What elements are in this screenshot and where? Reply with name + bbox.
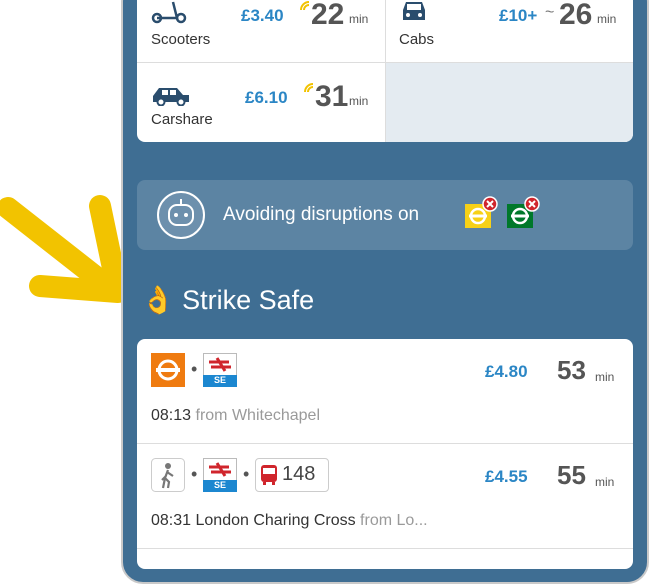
route-minutes: 53	[557, 355, 586, 385]
option-carshare[interactable]: £6.10 31 min Carshare	[137, 62, 385, 142]
bus-badge: 148	[255, 458, 329, 492]
option-scooters[interactable]: £3.40 22 min Scooters	[137, 0, 385, 62]
live-signal-icon	[304, 83, 314, 93]
robot-icon	[157, 191, 205, 239]
district-line-disrupted-icon	[507, 196, 540, 228]
scooters-minutes: 22	[311, 0, 345, 31]
bus-icon	[261, 465, 277, 485]
mode-separator: •	[191, 464, 198, 484]
route-origin: from Whitechapel	[195, 407, 321, 424]
overground-icon	[151, 353, 185, 387]
walk-icon	[151, 458, 185, 492]
live-signal-icon	[300, 1, 310, 11]
scooters-unit: min	[349, 12, 369, 26]
bus-number: 148	[282, 463, 316, 485]
route-station: London Charing Cross	[195, 512, 356, 529]
mode-separator: •	[243, 464, 250, 484]
route-detail: 08:31 London Charing Cross from Lo...	[151, 512, 428, 530]
routes-card: • SE £4.80 53 min 08:13 from Whitechapel	[137, 339, 633, 569]
carshare-label: Carshare	[151, 111, 213, 128]
rail-badge-label: SE	[213, 480, 226, 490]
route-item[interactable]: • SE £4.80 53 min 08:13 from Whitechapel	[137, 339, 633, 443]
section-heading: 👌 Strike Safe	[141, 284, 314, 316]
empty-cell	[386, 63, 633, 142]
cabs-price: £10+	[499, 6, 538, 25]
cabs-approx: ~	[545, 4, 555, 21]
route-origin: from Lo...	[360, 512, 428, 529]
section-title: Strike Safe	[182, 285, 315, 315]
car-icon	[153, 88, 189, 106]
disruption-banner[interactable]: Avoiding disruptions on	[137, 180, 633, 250]
mode-separator: •	[191, 359, 198, 379]
carshare-unit: min	[349, 94, 369, 108]
route-minutes: 55	[557, 460, 586, 490]
route-price: £4.80	[485, 362, 528, 381]
cabs-label: Cabs	[399, 31, 435, 48]
route-unit: min	[595, 475, 615, 489]
route-time: 08:13	[151, 407, 192, 424]
carshare-price: £6.10	[245, 88, 288, 107]
route-item[interactable]: • SE • 148 £4.55 55 min 08:31 London Cha…	[137, 444, 633, 548]
phone-screen: £3.40 22 min Scooters £10+ ~ 26 min Cabs	[121, 0, 649, 584]
transport-options-card: £3.40 22 min Scooters £10+ ~ 26 min Cabs	[137, 0, 633, 142]
route-time: 08:31	[151, 512, 192, 529]
option-cabs[interactable]: £10+ ~ 26 min Cabs	[385, 0, 633, 62]
route-price: £4.55	[485, 467, 528, 486]
ok-hand-emoji: 👌	[141, 285, 175, 315]
rail-badge-label: SE	[213, 375, 226, 385]
cab-icon	[403, 2, 425, 20]
scooters-label: Scooters	[151, 31, 211, 48]
pointer-arrow-icon	[0, 195, 129, 303]
cabs-unit: min	[597, 12, 617, 26]
disruption-text: Avoiding disruptions on	[223, 204, 420, 225]
route-unit: min	[595, 370, 615, 384]
circle-line-disrupted-icon	[465, 196, 498, 228]
carshare-minutes: 31	[315, 80, 349, 113]
scooter-icon	[151, 1, 187, 24]
route-detail: 08:13 from Whitechapel	[151, 407, 320, 425]
scooters-price: £3.40	[241, 6, 284, 25]
cabs-minutes: 26	[559, 0, 593, 31]
